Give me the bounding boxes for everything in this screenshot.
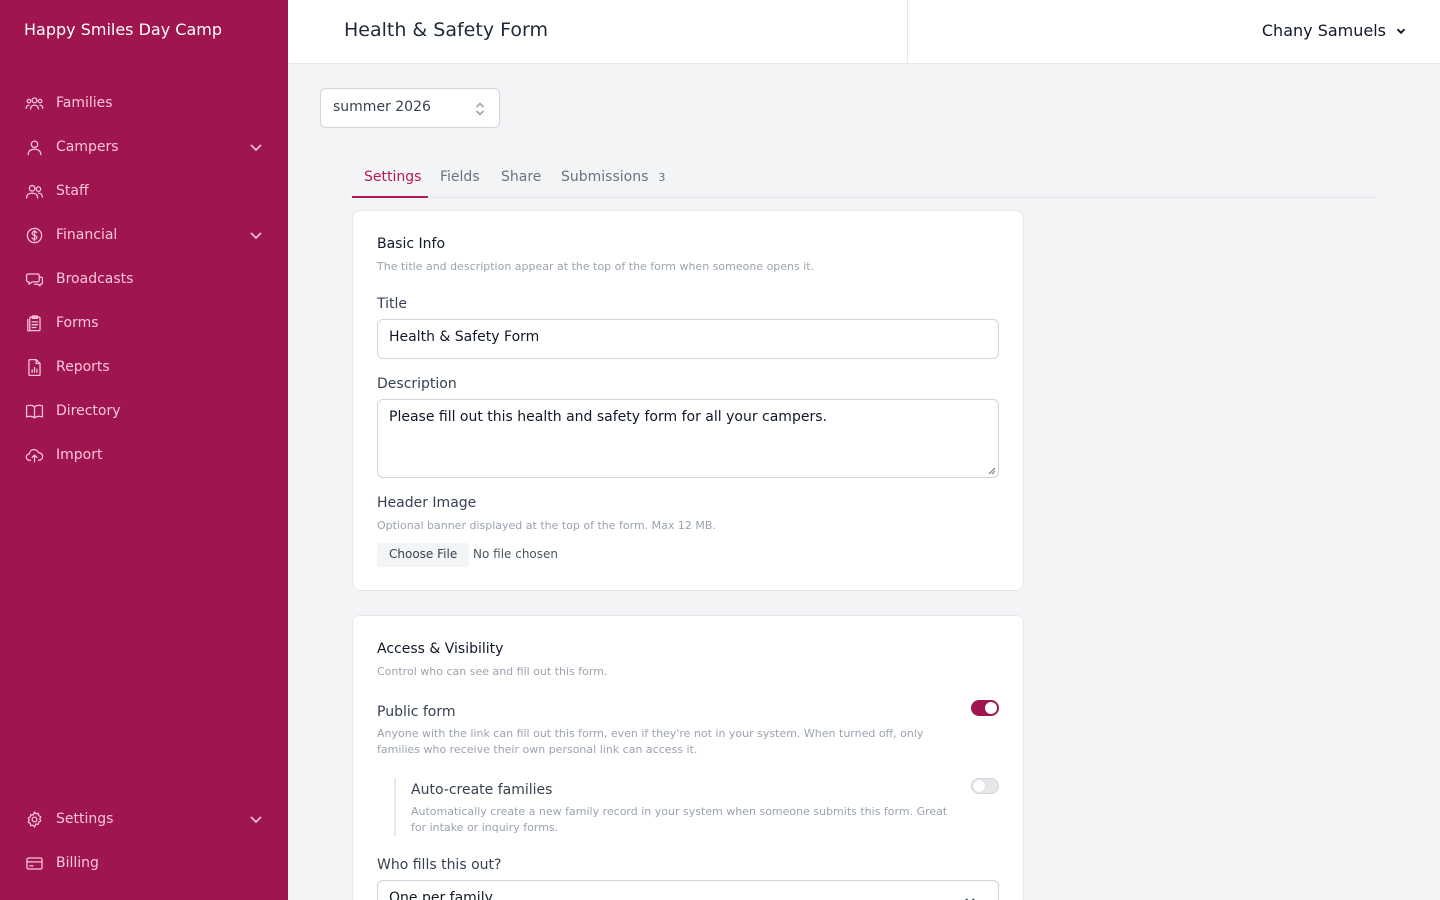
sidebar-item-label: Settings xyxy=(56,811,114,827)
sidebar: Happy Smiles Day Camp Families Campers S… xyxy=(0,0,288,900)
who-fills-label: Who fills this out? xyxy=(377,857,502,873)
sidebar-item-reports[interactable]: Reports xyxy=(0,345,288,389)
tab-settings[interactable]: Settings xyxy=(352,160,428,198)
tab-label: Share xyxy=(501,169,542,185)
sidebar-item-settings[interactable]: Settings xyxy=(0,797,288,841)
sidebar-item-label: Broadcasts xyxy=(56,271,134,287)
sidebar-item-label: Import xyxy=(56,447,103,463)
sidebar-nav: Families Campers Staff Financial Broadca… xyxy=(0,81,288,477)
access-title: Access & Visibility xyxy=(377,641,504,657)
header-image-label: Header Image xyxy=(377,495,477,511)
brand-name[interactable]: Happy Smiles Day Camp xyxy=(24,20,222,39)
description-textarea[interactable]: Please fill out this health and safety f… xyxy=(377,399,999,478)
choose-file-button[interactable]: Choose File xyxy=(377,543,470,567)
submissions-count-badge: 3 xyxy=(658,171,666,184)
auto-create-label: Auto-create families xyxy=(411,782,553,798)
who-fills-value: One per family xyxy=(389,890,493,900)
gear-icon xyxy=(24,809,44,829)
title-input[interactable]: Health & Safety Form xyxy=(377,319,999,359)
book-open-icon xyxy=(24,401,44,421)
sidebar-bottom-nav: Settings Billing xyxy=(0,797,288,885)
chevron-up-down-icon xyxy=(473,100,487,118)
tab-submissions[interactable]: Submissions 3 xyxy=(561,160,665,198)
sidebar-item-staff[interactable]: Staff xyxy=(0,169,288,213)
access-visibility-card: Access & Visibility Control who can see … xyxy=(352,615,1024,900)
auto-create-description: Automatically create a new family record… xyxy=(411,805,948,834)
season-select-value: summer 2026 xyxy=(333,99,431,115)
public-form-label: Public form xyxy=(377,704,456,720)
form-tabs: Settings Fields Share Submissions 3 xyxy=(352,160,1376,198)
season-select[interactable]: summer 2026 xyxy=(320,88,500,128)
description-label: Description xyxy=(377,376,457,392)
user-icon xyxy=(24,137,44,157)
user-name: Chany Samuels xyxy=(1261,21,1386,40)
sidebar-item-import[interactable]: Import xyxy=(0,433,288,477)
toggle-knob xyxy=(985,702,997,714)
chart-file-icon xyxy=(24,357,44,377)
top-header: Health & Safety Form Chany Samuels xyxy=(288,0,1440,64)
sidebar-item-label: Billing xyxy=(56,855,99,871)
dollar-circle-icon xyxy=(24,225,44,245)
chevron-down-icon[interactable] xyxy=(248,227,264,243)
sidebar-item-label: Forms xyxy=(56,315,99,331)
users-icon xyxy=(24,181,44,201)
chevron-down-icon xyxy=(965,898,975,900)
tab-fields[interactable]: Fields xyxy=(440,160,480,198)
sidebar-item-label: Campers xyxy=(56,139,119,155)
sidebar-item-label: Financial xyxy=(56,227,118,243)
chevron-down-icon xyxy=(1396,28,1406,34)
tab-label: Submissions xyxy=(561,169,649,185)
basic-info-card: Basic Info The title and description app… xyxy=(352,210,1024,591)
sidebar-item-directory[interactable]: Directory xyxy=(0,389,288,433)
sidebar-item-label: Staff xyxy=(56,183,89,199)
no-file-text: No file chosen xyxy=(473,547,559,561)
chat-icon xyxy=(24,269,44,289)
tab-label: Fields xyxy=(440,169,480,185)
auto-create-toggle[interactable] xyxy=(971,778,999,794)
public-form-description: Anyone with the link can fill out this f… xyxy=(377,727,924,756)
cloud-upload-icon xyxy=(24,445,44,465)
description-text: Please fill out this health and safety f… xyxy=(389,409,827,425)
sidebar-item-label: Directory xyxy=(56,403,121,419)
credit-card-icon xyxy=(24,853,44,873)
header-image-hint: Optional banner displayed at the top of … xyxy=(377,519,716,532)
sidebar-item-forms[interactable]: Forms xyxy=(0,301,288,345)
public-form-toggle[interactable] xyxy=(971,700,999,716)
sidebar-item-financial[interactable]: Financial xyxy=(0,213,288,257)
sidebar-item-label: Reports xyxy=(56,359,110,375)
header-divider xyxy=(907,0,908,64)
users-group-icon xyxy=(24,93,44,113)
resize-grip-icon[interactable] xyxy=(988,467,996,475)
sidebar-item-broadcasts[interactable]: Broadcasts xyxy=(0,257,288,301)
nested-divider xyxy=(394,778,396,836)
tab-label: Settings xyxy=(364,169,422,185)
sidebar-item-families[interactable]: Families xyxy=(0,81,288,125)
toggle-knob xyxy=(973,780,985,792)
sidebar-item-billing[interactable]: Billing xyxy=(0,841,288,885)
sidebar-item-label: Families xyxy=(56,95,113,111)
basic-info-title: Basic Info xyxy=(377,236,446,252)
access-subtitle: Control who can see and fill out this fo… xyxy=(377,665,608,678)
sidebar-item-campers[interactable]: Campers xyxy=(0,125,288,169)
basic-info-subtitle: The title and description appear at the … xyxy=(377,260,815,273)
who-fills-select[interactable]: One per family xyxy=(377,880,999,900)
chevron-down-icon[interactable] xyxy=(248,139,264,155)
clipboard-icon xyxy=(24,313,44,333)
title-label: Title xyxy=(377,296,408,312)
tab-share[interactable]: Share xyxy=(501,160,541,198)
chevron-down-icon[interactable] xyxy=(248,811,264,827)
user-menu-button[interactable]: Chany Samuels xyxy=(1262,21,1408,40)
page-title: Health & Safety Form xyxy=(344,19,548,41)
